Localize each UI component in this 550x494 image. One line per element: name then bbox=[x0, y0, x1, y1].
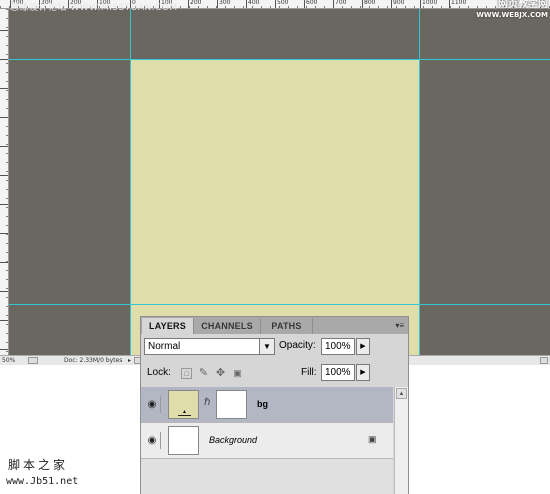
zoom-box[interactable] bbox=[28, 357, 38, 364]
guide-line-horizontal[interactable] bbox=[9, 304, 550, 305]
layer-thumbnail[interactable] bbox=[168, 426, 199, 455]
lock-image-pixels-icon[interactable]: ✎ bbox=[198, 368, 209, 379]
tab-channels[interactable]: CHANNELS bbox=[194, 318, 261, 334]
lock-all-icon[interactable]: ▣ bbox=[232, 368, 243, 379]
layer-name[interactable]: Background bbox=[209, 435, 257, 445]
lock-position-icon[interactable]: ✥ bbox=[215, 368, 226, 379]
watermark-title: 网页教学网 bbox=[498, 0, 548, 10]
layer-name[interactable]: bg bbox=[257, 399, 268, 409]
ruler-label: 800 bbox=[364, 0, 376, 6]
vertical-ruler bbox=[0, 9, 9, 355]
triangle-right-icon[interactable]: ▸ bbox=[128, 357, 131, 364]
layers-scrollbar[interactable]: ▲ bbox=[394, 387, 408, 494]
guide-line-horizontal[interactable] bbox=[9, 59, 550, 60]
chevron-down-icon[interactable]: ▼ bbox=[259, 339, 274, 354]
ruler-label: 400 bbox=[248, 0, 260, 6]
lock-label: Lock: bbox=[147, 367, 171, 378]
watermark-url: WWW.WEBJX.COM bbox=[476, 11, 548, 19]
layer-mask-thumbnail[interactable] bbox=[216, 390, 247, 419]
panel-tab-bar: LAYERS CHANNELS PATHS ▾≡ bbox=[141, 317, 408, 334]
fill-field[interactable]: 100% bbox=[321, 364, 355, 381]
adjustment-mark: ▲ bbox=[178, 410, 191, 416]
opacity-label: Opacity: bbox=[279, 340, 316, 351]
ruler-label: 900 bbox=[393, 0, 405, 6]
blend-mode-value: Normal bbox=[148, 341, 181, 352]
layer-row-bg[interactable]: ◉ ▲ ℏ bg bbox=[141, 387, 393, 423]
layers-panel: LAYERS CHANNELS PATHS ▾≡ Normal ▼ Opacit… bbox=[140, 316, 409, 494]
watermark-bottom-url: www.Jb51.net bbox=[6, 476, 79, 487]
ruler-label: 300 bbox=[219, 0, 231, 6]
ruler-label: 1100 bbox=[451, 0, 467, 6]
fill-slider-button[interactable]: ▶ bbox=[356, 364, 370, 381]
watermark-bottom-title: 脚本之家 bbox=[8, 458, 69, 472]
zoom-level[interactable]: 50% bbox=[2, 357, 15, 364]
link-chain-icon[interactable]: ℏ bbox=[204, 397, 210, 408]
opacity-slider-button[interactable]: ▶ bbox=[356, 338, 370, 355]
scroll-up-button[interactable]: ▲ bbox=[396, 388, 407, 399]
ruler-label: 600 bbox=[306, 0, 318, 6]
panel-menu-icon[interactable]: ▾≡ bbox=[395, 321, 404, 330]
watermark-top-right: 网页教学网 WWW.WEBJX.COM bbox=[476, 0, 548, 20]
tab-layers[interactable]: LAYERS bbox=[142, 318, 194, 334]
ruler-label: 700 bbox=[335, 0, 347, 6]
lock-transparent-pixels-icon[interactable]: □ bbox=[181, 368, 192, 379]
scroll-right-button[interactable] bbox=[540, 357, 548, 364]
eye-icon[interactable]: ◉ bbox=[144, 432, 161, 449]
document-size: Doc: 2.33M/0 bytes bbox=[64, 357, 123, 364]
document-canvas[interactable] bbox=[9, 9, 550, 355]
watermark-top-left: 思缘设计论坛 WWW.MISSYUAN.COM bbox=[10, 3, 178, 13]
eye-icon[interactable]: ◉ bbox=[144, 396, 161, 413]
fill-label: Fill: bbox=[301, 367, 317, 378]
ruler-label: 200 bbox=[190, 0, 202, 6]
opacity-field[interactable]: 100% bbox=[321, 338, 355, 355]
layer-thumbnail[interactable]: ▲ bbox=[168, 390, 199, 419]
layer-row-background[interactable]: ◉ Background ▣ bbox=[141, 423, 393, 459]
tab-paths[interactable]: PATHS bbox=[261, 318, 313, 334]
layers-list: ◉ ▲ ℏ bg ◉ Background ▣ bbox=[141, 387, 393, 494]
blend-mode-select[interactable]: Normal ▼ bbox=[144, 338, 275, 355]
ruler-label: 500 bbox=[277, 0, 289, 6]
ruler-label: 1000 bbox=[422, 0, 438, 6]
document-area[interactable] bbox=[130, 59, 420, 355]
lock-icon: ▣ bbox=[368, 434, 377, 444]
